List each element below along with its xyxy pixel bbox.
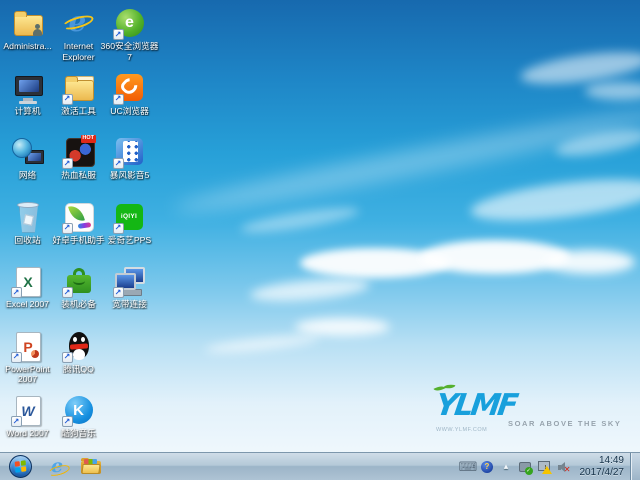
shortcut-arrow-icon: ↗ bbox=[61, 351, 73, 363]
shortcut-arrow-icon: ↗ bbox=[61, 93, 73, 105]
excel-icon: X ↗ bbox=[10, 264, 45, 298]
ylmf-brand: YLMF bbox=[433, 388, 518, 423]
desktop-icon-uc-browser[interactable]: ↗ UC浏览器 bbox=[104, 71, 155, 136]
start-button[interactable] bbox=[9, 455, 32, 478]
desktop-icon-internet-explorer[interactable]: e Internet Explorer bbox=[53, 5, 104, 71]
taskbar-clock[interactable]: 14:49 2017/4/27 bbox=[576, 455, 631, 479]
folder-icon bbox=[81, 458, 101, 474]
desktop-icon-broadband[interactable]: ↗ 宽带连接 bbox=[104, 264, 155, 329]
desktop-icon-haozhuo-assistant[interactable]: ↗ 好卓手机助手 bbox=[52, 200, 105, 265]
zhuangji-bibei-bag-icon: ↗ bbox=[61, 264, 96, 298]
icon-label: 酷狗音乐 bbox=[61, 428, 96, 438]
hot-badge: HOT bbox=[80, 135, 96, 143]
taskbar: e ⌨ ? ▴ ✓ ! ✕ 14:49 2017/4/27 bbox=[0, 452, 640, 480]
clock-date: 2017/4/27 bbox=[579, 466, 625, 478]
icon-label: 腾讯QQ bbox=[63, 363, 94, 374]
help-icon[interactable]: ? bbox=[480, 459, 495, 475]
safely-remove-hardware-icon[interactable]: ✓ bbox=[518, 459, 533, 475]
network-warning-icon[interactable]: ! bbox=[537, 459, 552, 475]
ylmf-logo: YLMF WWW.YLMF.COM SOAR ABOVE THE SKY bbox=[428, 382, 620, 438]
administrator-folder-icon bbox=[11, 6, 45, 40]
desktop-icon-kugou-music[interactable]: K ↗ 酷狗音乐 bbox=[53, 393, 104, 458]
cloud bbox=[204, 332, 321, 356]
shortcut-arrow-icon: ↗ bbox=[112, 158, 124, 169]
shortcut-arrow-icon: ↗ bbox=[61, 158, 73, 169]
show-desktop-button[interactable] bbox=[630, 452, 640, 480]
windows-flag-icon bbox=[14, 460, 27, 473]
desktop-icon-recycle-bin[interactable]: 回收站 bbox=[2, 200, 53, 265]
shortcut-arrow-icon: ↗ bbox=[112, 93, 124, 105]
desktop-icon-administrator[interactable]: Administra... bbox=[2, 6, 53, 71]
cloud bbox=[468, 171, 640, 229]
desktop-icon-powerpoint-2007[interactable]: P ↗ PowerPoint 2007 bbox=[2, 329, 53, 394]
desktop-icon-word-2007[interactable]: W ↗ Word 2007 bbox=[2, 393, 53, 458]
icon-label: 宽带连接 bbox=[112, 299, 147, 309]
desktop-icon-baofeng-player[interactable]: ↗ 暴风影音5 bbox=[104, 135, 155, 200]
input-method-icon[interactable]: ⌨ bbox=[459, 459, 478, 475]
clock-time: 14:49 bbox=[598, 454, 624, 466]
rexue-sifu-game-icon: HOT ↗ bbox=[61, 135, 96, 169]
desktop-icon-iqiyi-pps[interactable]: iQIYI ↗ 爱奇艺PPS bbox=[104, 200, 155, 265]
cloud bbox=[585, 82, 640, 100]
iqiyi-pps-icon: iQIYI ↗ bbox=[112, 200, 147, 234]
taskbar-internet-explorer-button[interactable]: e bbox=[40, 454, 74, 480]
ylmf-tagline: SOAR ABOVE THE SKY bbox=[508, 419, 622, 428]
desktop-icon-excel-2007[interactable]: X ↗ Excel 2007 bbox=[2, 264, 53, 329]
cloud bbox=[545, 250, 635, 274]
shortcut-arrow-icon: ↗ bbox=[61, 416, 73, 427]
shortcut-arrow-icon: ↗ bbox=[112, 29, 124, 40]
desktop-icon-grid: Administra... 计算机 网络 回收站 X ↗ Excel 2007 … bbox=[2, 5, 158, 458]
desktop-icon-rexue-sifu[interactable]: HOT ↗ 热血私服 bbox=[53, 135, 104, 200]
desktop-icon-zhuangji-bibei[interactable]: ↗ 装机必备 bbox=[53, 264, 104, 329]
kugou-music-icon: K ↗ bbox=[61, 393, 96, 427]
word-icon: W ↗ bbox=[10, 393, 45, 427]
system-tray: ⌨ ? ▴ ✓ ! ✕ bbox=[459, 459, 576, 475]
uc-browser-icon: ↗ bbox=[112, 71, 147, 105]
powerpoint-icon: P ↗ bbox=[10, 329, 45, 363]
activation-tools-folder-icon: ↗ bbox=[61, 71, 96, 105]
shortcut-arrow-icon: ↗ bbox=[112, 287, 124, 298]
shortcut-arrow-icon: ↗ bbox=[61, 222, 73, 234]
icon-label: UC浏览器 bbox=[110, 105, 149, 116]
cloud bbox=[239, 202, 361, 238]
volume-muted-icon[interactable]: ✕ bbox=[556, 459, 571, 475]
internet-explorer-icon: e bbox=[60, 5, 96, 40]
icon-label: 360安全浏览器7 bbox=[100, 41, 159, 62]
360-safe-browser-icon: e ↗ bbox=[112, 6, 147, 40]
cloud bbox=[295, 318, 390, 336]
network-icon bbox=[11, 135, 45, 169]
shortcut-arrow-icon: ↗ bbox=[10, 416, 22, 427]
shortcut-arrow-icon: ↗ bbox=[10, 287, 22, 298]
recycle-bin-icon bbox=[11, 200, 45, 234]
shortcut-arrow-icon: ↗ bbox=[61, 287, 73, 298]
icon-label: 暴风影音5 bbox=[109, 170, 150, 180]
broadband-connection-icon: ↗ bbox=[112, 264, 147, 298]
desktop-icon-tencent-qq[interactable]: ↗ 腾讯QQ bbox=[53, 329, 104, 394]
taskbar-windows-explorer-button[interactable] bbox=[74, 454, 108, 480]
desktop-icon-360-browser[interactable]: e ↗ 360安全浏览器7 bbox=[101, 6, 158, 71]
haozhuo-assistant-icon: ↗ bbox=[61, 200, 96, 234]
qq-penguin-icon: ↗ bbox=[61, 329, 96, 363]
ylmf-url: WWW.YLMF.COM bbox=[436, 427, 488, 433]
desktop[interactable]: YLMF WWW.YLMF.COM SOAR ABOVE THE SKY Adm… bbox=[0, 0, 640, 480]
shortcut-arrow-icon: ↗ bbox=[10, 351, 22, 363]
desktop-icon-activation-tools[interactable]: ↗ 激活工具 bbox=[53, 71, 104, 136]
desktop-icon-network[interactable]: 网络 bbox=[2, 135, 53, 200]
desktop-icon-computer[interactable]: 计算机 bbox=[2, 71, 53, 136]
shortcut-arrow-icon: ↗ bbox=[112, 222, 124, 234]
baofeng-player-icon: ↗ bbox=[112, 135, 147, 169]
computer-icon bbox=[11, 71, 45, 105]
icon-label: 爱奇艺PPS bbox=[107, 234, 152, 245]
show-hidden-icons-button[interactable]: ▴ bbox=[499, 459, 514, 475]
cloud bbox=[249, 274, 371, 306]
